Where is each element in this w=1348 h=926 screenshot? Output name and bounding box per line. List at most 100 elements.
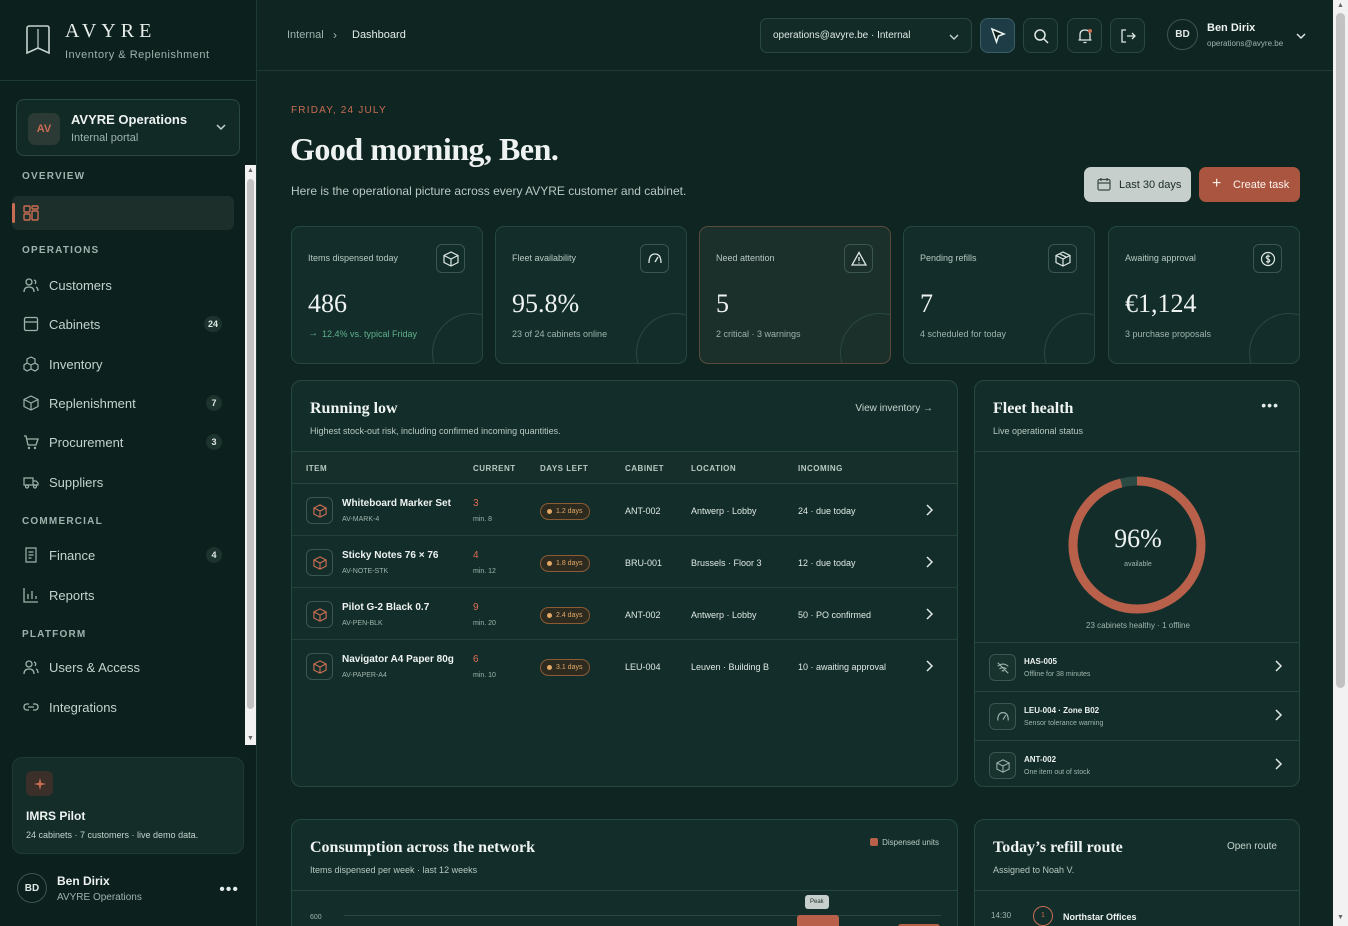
sidebar-item-label: Customers	[49, 278, 112, 293]
scrollbar-thumb[interactable]	[1336, 13, 1345, 688]
item-current: 9	[473, 602, 479, 613]
item-cabinet: LEU-004	[625, 662, 661, 672]
sidebar-item-replenishment[interactable]: Replenishment 7	[12, 386, 234, 420]
nav-section-operations: OPERATIONS	[22, 245, 100, 256]
fleet-alert-row[interactable]: LEU-004 · Zone B02 Sensor tolerance warn…	[975, 691, 1299, 740]
table-row[interactable]: Pilot G-2 Black 0.7 AV-PEN-BLK 9 min. 20…	[292, 588, 957, 640]
consumption-card: Consumption across the network Items dis…	[291, 819, 958, 926]
arrow-right-icon: →	[308, 328, 318, 339]
chevron-right-icon[interactable]	[924, 607, 934, 621]
tenant-select-value: operations@avyre.be · Internal	[773, 30, 911, 41]
user-name: Ben Dirix	[57, 874, 110, 888]
date-range-button[interactable]: Last 30 days	[1084, 167, 1191, 202]
card-title: Today’s refill route	[993, 839, 1123, 856]
user-menu[interactable]: BD Ben Dirix operations@avyre.be	[1167, 19, 1317, 53]
kpi-card-availability[interactable]: Fleet availability 95.8% 23 of 24 cabine…	[495, 226, 687, 364]
sidebar-item-procurement[interactable]: Procurement 3	[12, 425, 234, 459]
page-scrollbar[interactable]: ▲ ▼	[1333, 0, 1348, 926]
alert-desc: Offline for 38 minutes	[1024, 671, 1091, 678]
sidebar-item-integrations[interactable]: Integrations	[12, 690, 234, 724]
column-header: ITEM	[306, 464, 328, 473]
table-row[interactable]: Sticky Notes 76 × 76 AV-NOTE-STK 4 min. …	[292, 536, 957, 588]
sidebar-item-reports[interactable]: Reports	[12, 578, 234, 612]
scroll-down-icon: ▼	[247, 735, 254, 742]
sidebar-item-label: Inventory	[49, 357, 103, 372]
brand: AVYRE Inventory & Replenishment	[0, 0, 256, 81]
kpi-label: Awaiting approval	[1125, 253, 1196, 263]
sidebar-item-cabinets[interactable]: Cabinets 24	[12, 307, 234, 341]
sidebar-item-label: Suppliers	[49, 475, 104, 490]
sidebar-item-suppliers[interactable]: Suppliers	[12, 465, 234, 499]
scroll-down-icon: ▼	[1337, 914, 1344, 921]
item-min: min. 20	[473, 620, 496, 627]
decorative-arc	[432, 313, 482, 363]
org-switcher[interactable]: AV AVYRE Operations Internal portal	[16, 99, 240, 156]
kpi-card-refills[interactable]: Pending refills 7 4 scheduled for today	[903, 226, 1095, 364]
divider	[975, 890, 1299, 891]
running-low-card: Running low Highest stock-out risk, incl…	[291, 380, 958, 787]
column-header: DAYS LEFT	[540, 464, 589, 473]
kpi-label: Need attention	[716, 253, 775, 263]
sidebar-item-finance[interactable]: Finance 4	[12, 538, 234, 572]
fleet-alert-row[interactable]: ANT-002 One item out of stock	[975, 740, 1299, 786]
chevron-down-icon	[1296, 33, 1306, 39]
scrollbar-thumb[interactable]	[247, 179, 254, 709]
open-route-link[interactable]: Open route	[1227, 841, 1277, 852]
card-title: Running low	[310, 400, 398, 417]
brand-name: AVYRE	[65, 20, 157, 42]
item-package-icon	[306, 601, 333, 628]
fleet-alert-row[interactable]: HAS-005 Offline for 38 minutes	[975, 642, 1299, 691]
cursor-mode-button[interactable]	[980, 18, 1015, 53]
breadcrumb-parent[interactable]: Internal	[287, 29, 324, 41]
sidebar-item-inventory[interactable]: Inventory	[12, 347, 234, 381]
avatar: BD	[1167, 19, 1198, 50]
create-task-button[interactable]: + Create task	[1199, 167, 1300, 202]
table-row[interactable]: Navigator A4 Paper 80g AV-PAPER-A4 6 min…	[292, 640, 957, 692]
user-org: AVYRE Operations	[57, 892, 142, 903]
item-cabinet: ANT-002	[625, 506, 661, 516]
item-min: min. 10	[473, 672, 496, 679]
kpi-card-attention[interactable]: Need attention 5 2 critical · 3 warnings	[699, 226, 891, 364]
more-icon[interactable]: •••	[219, 881, 239, 899]
sidebar-item-customers[interactable]: Customers	[12, 268, 234, 302]
sidebar-item-users-access[interactable]: Users & Access	[12, 650, 234, 684]
sidebar-scrollbar[interactable]: ▲ ▼	[245, 165, 256, 745]
notifications-button[interactable]	[1067, 18, 1102, 53]
card-title: Fleet health	[993, 400, 1074, 417]
card-subtitle: Items dispensed per week · last 12 weeks	[310, 865, 478, 875]
book-logo-icon	[26, 25, 50, 55]
more-icon[interactable]: •••	[1261, 397, 1279, 413]
sidebar: AVYRE Inventory & Replenishment AV AVYRE…	[0, 0, 257, 926]
chart-legend: Dispensed units	[870, 838, 939, 847]
nav-section-overview: OVERVIEW	[22, 171, 86, 182]
alert-title: ANT-002	[1024, 755, 1057, 764]
user-name: Ben Dirix	[1207, 22, 1256, 34]
logout-button[interactable]	[1110, 18, 1145, 53]
table-row[interactable]: Whiteboard Marker Set AV-MARK-4 3 min. 8…	[292, 484, 957, 536]
stop-name[interactable]: Northstar Offices	[1063, 912, 1137, 922]
chevron-right-icon[interactable]	[924, 503, 934, 517]
chart-bar[interactable]	[797, 915, 839, 926]
kpi-card-approval[interactable]: Awaiting approval €1,124 3 purchase prop…	[1108, 226, 1300, 364]
footer-user[interactable]: BD Ben Dirix AVYRE Operations •••	[17, 873, 247, 909]
nav-section-platform: PLATFORM	[22, 629, 87, 640]
chevron-right-icon[interactable]	[924, 659, 934, 673]
tenant-select[interactable]: operations@avyre.be · Internal	[760, 18, 972, 53]
warning-icon	[844, 244, 873, 273]
scroll-up-icon: ▲	[247, 167, 254, 174]
column-header: INCOMING	[798, 464, 843, 473]
chevron-right-icon[interactable]	[924, 555, 934, 569]
chevron-down-icon	[216, 124, 226, 131]
column-header: CABINET	[625, 464, 665, 473]
kpi-card-dispensed[interactable]: Items dispensed today 486 → 12.4% vs. ty…	[291, 226, 483, 364]
item-location: Leuven · Building B	[691, 662, 770, 672]
avatar: BD	[17, 873, 47, 903]
search-button[interactable]	[1023, 18, 1058, 53]
stop-time: 14:30	[991, 911, 1012, 920]
sidebar-item-dashboard[interactable]	[12, 196, 234, 230]
view-inventory-link[interactable]: View inventory →	[855, 403, 933, 414]
scroll-up-icon: ▲	[1337, 2, 1344, 9]
plus-icon: +	[1212, 175, 1222, 192]
item-location: Antwerp · Lobby	[691, 506, 757, 516]
gridline	[344, 915, 941, 916]
